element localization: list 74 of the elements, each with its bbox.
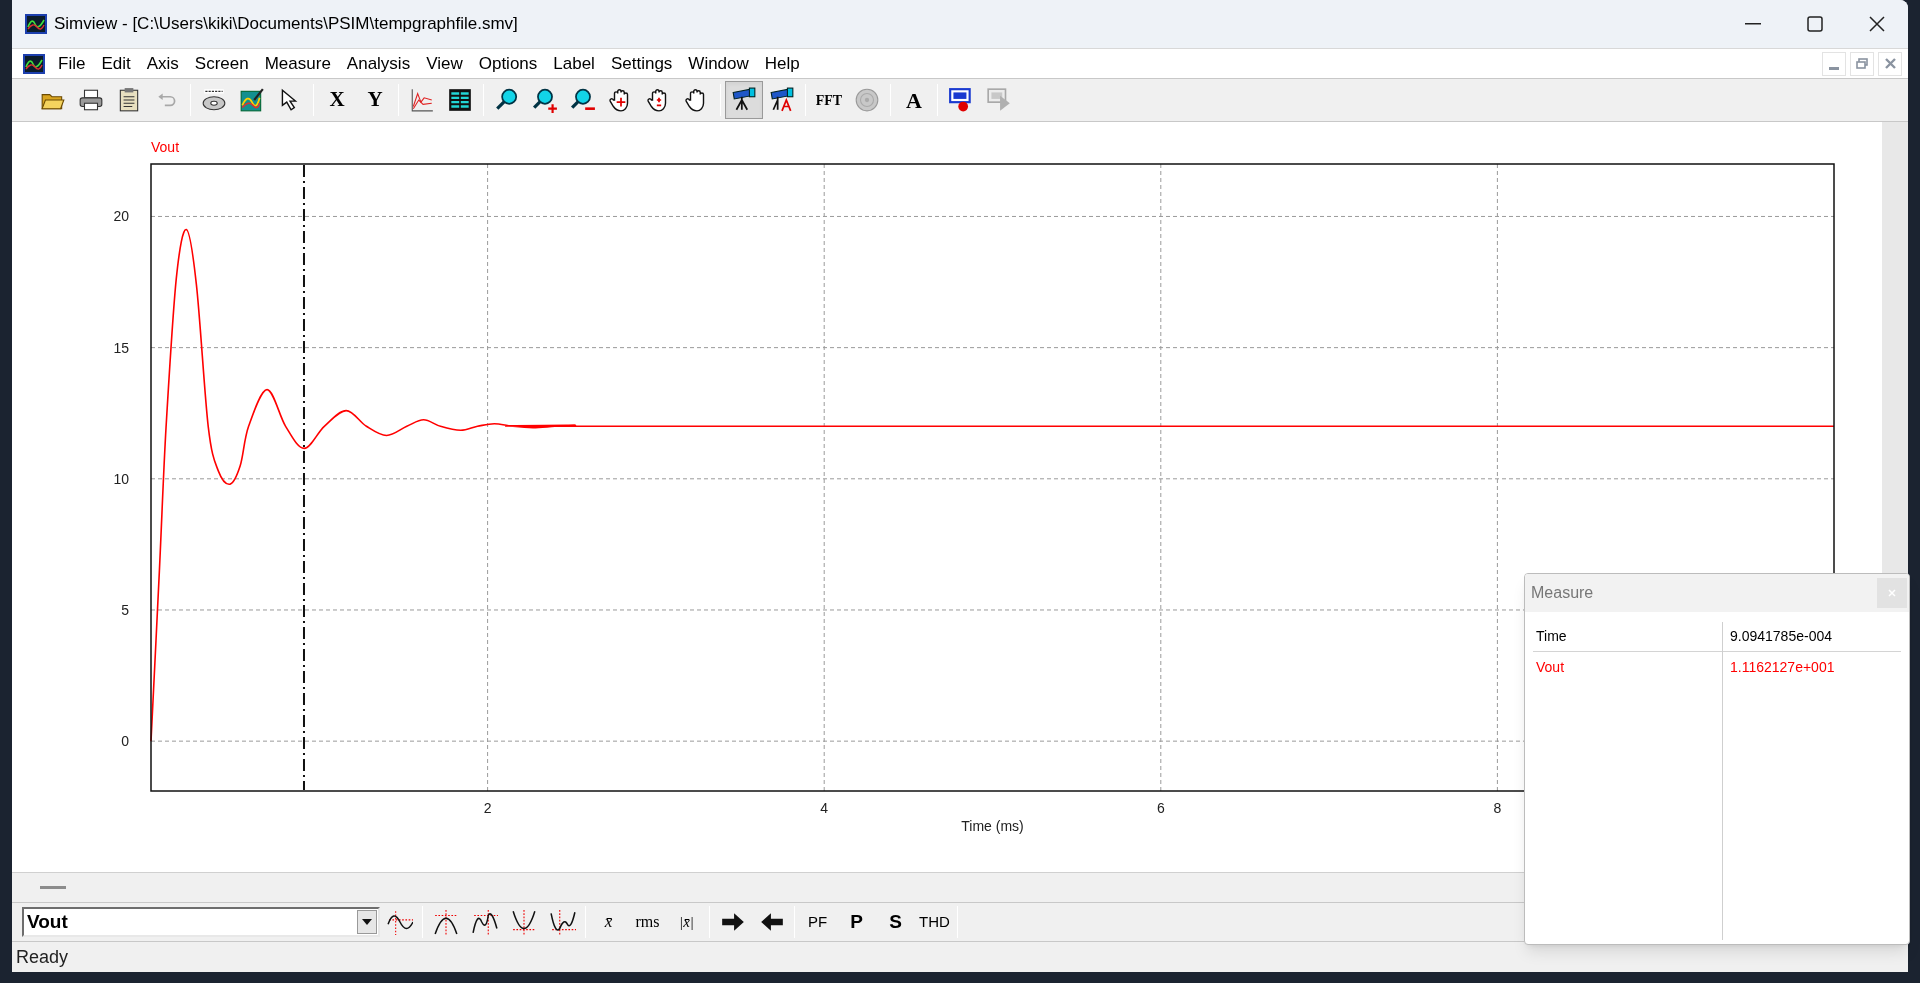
- maximize-icon: [1807, 16, 1823, 32]
- menu-item[interactable]: Settings: [604, 50, 679, 77]
- s-button[interactable]: S: [876, 904, 915, 940]
- telescope-icon: [731, 87, 757, 113]
- telescope-icon: [769, 87, 795, 113]
- zoom-out-icon: [570, 87, 596, 113]
- menu-item[interactable]: File: [52, 50, 92, 77]
- y-tick-label: 0: [121, 733, 129, 750]
- close-icon: [1884, 58, 1896, 69]
- double-valley-icon: [549, 909, 576, 935]
- close-icon: [1888, 589, 1896, 597]
- peak-icon: [432, 909, 459, 935]
- restore-icon: [1856, 58, 1868, 69]
- x-axis-button[interactable]: X: [318, 81, 356, 119]
- chart-pen-icon: [239, 87, 265, 113]
- child-close-button[interactable]: [1878, 51, 1902, 76]
- menu-item[interactable]: Label: [547, 50, 601, 77]
- measure-value: 9.0941785e-004: [1729, 627, 1832, 646]
- measure-value: 1.1162127e+001: [1729, 657, 1835, 677]
- printer-icon: [78, 87, 104, 113]
- y-tick-label: 15: [113, 339, 129, 356]
- status-text: Ready: [16, 945, 69, 969]
- x-tick-label: 8: [1493, 800, 1502, 816]
- menu-item[interactable]: Help: [758, 50, 806, 77]
- menu-item[interactable]: Options: [472, 50, 544, 77]
- minimize-icon: [1829, 66, 1839, 70]
- data-table-icon: [447, 87, 473, 113]
- fft-button[interactable]: FFT: [810, 81, 848, 119]
- menu-item[interactable]: Analysis: [340, 50, 417, 77]
- x-tick-label: 6: [1156, 800, 1165, 816]
- menu-item[interactable]: Measure: [258, 50, 337, 77]
- y-tick-label: 5: [121, 602, 129, 618]
- close-icon: [1869, 16, 1885, 32]
- menu-item[interactable]: View: [420, 50, 469, 77]
- double-peak-icon: [471, 909, 498, 935]
- y-tick-label: 10: [113, 470, 129, 487]
- pf-button[interactable]: PF: [798, 904, 837, 940]
- thd-button[interactable]: THD: [915, 904, 954, 940]
- child-minimize-button[interactable]: [1822, 51, 1846, 76]
- text-button[interactable]: A: [895, 81, 933, 119]
- x-tick-label: 4: [820, 800, 829, 816]
- minimize-icon: [1745, 23, 1761, 25]
- p-button[interactable]: P: [837, 904, 876, 940]
- line-chart-icon: [409, 87, 435, 113]
- telescope-button[interactable]: [725, 81, 763, 119]
- disc-icon: [854, 87, 880, 113]
- y-axis-button[interactable]: Y: [356, 81, 394, 119]
- menu-item[interactable]: Window: [682, 50, 755, 77]
- measure-label: Time: [1535, 627, 1568, 646]
- measure-label: Vout: [1535, 657, 1566, 677]
- mean-button[interactable]: x̄: [589, 904, 628, 940]
- window-title: Simview - [C:\Users\kiki\Documents\PSIM\tempgraphfile.smv]: [54, 13, 518, 36]
- signal-dropdown[interactable]: Vout: [22, 907, 380, 937]
- splitter-grip-icon[interactable]: [40, 886, 66, 889]
- abs-mean-button[interactable]: |x̄|: [667, 904, 706, 940]
- menu-item[interactable]: Edit: [95, 50, 137, 77]
- x-tick-label: 2: [483, 800, 492, 816]
- y-tick-label: 20: [113, 208, 129, 225]
- play-icon: [986, 87, 1012, 113]
- x-axis-title: Time (ms): [961, 818, 1024, 834]
- menu-item[interactable]: Screen: [188, 50, 255, 77]
- app-icon: [22, 51, 46, 76]
- menu-item[interactable]: Axis: [140, 50, 185, 77]
- rms-button[interactable]: rms: [628, 904, 667, 940]
- panel-title: Measure: [1531, 583, 1594, 603]
- series-label: Vout: [151, 139, 180, 155]
- disc-icon: [201, 87, 227, 113]
- record-icon: [948, 87, 974, 113]
- sine-wave-icon: [386, 909, 413, 935]
- cursor-line[interactable]: [303, 164, 305, 791]
- zoom-in-icon: [532, 87, 558, 113]
- valley-icon: [510, 909, 537, 935]
- zoom-icon: [494, 87, 520, 113]
- app-icon: [24, 12, 48, 36]
